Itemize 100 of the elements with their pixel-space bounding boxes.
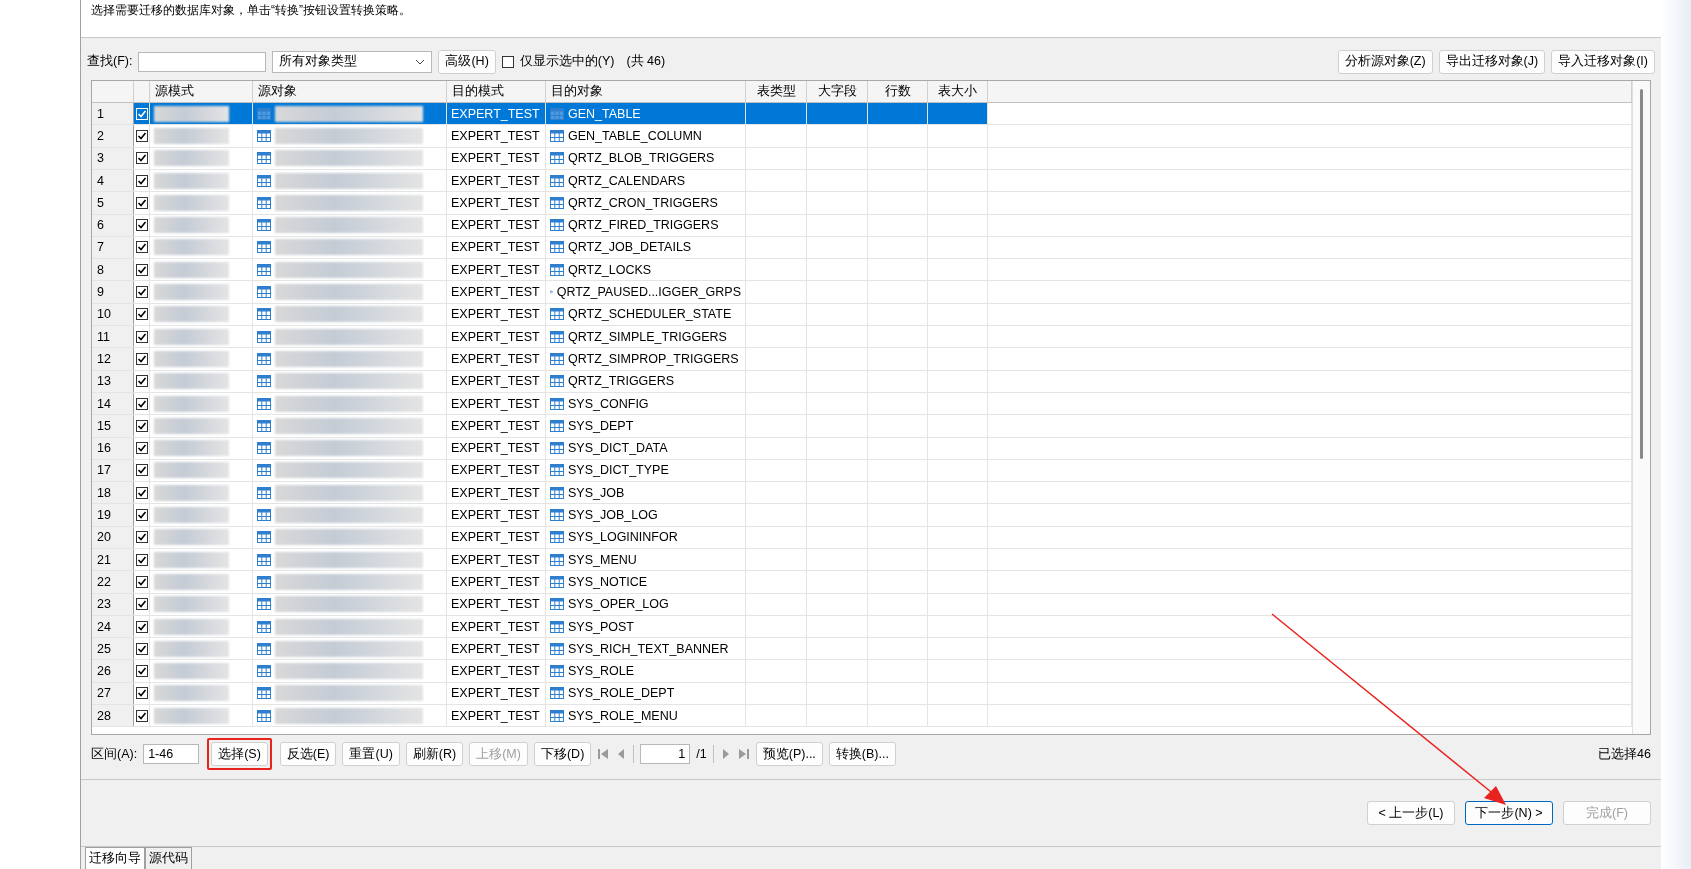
table-row[interactable]: 11 EXPERT_TEST QRTZ_SIMPLE_TRIGGERS [92,326,1632,349]
column-header[interactable]: 表类型 [746,80,807,103]
table-row[interactable]: 24 EXPERT_TEST SYS_POST [92,615,1632,639]
table-row[interactable]: 18 EXPERT_TEST SYS_JOB [92,482,1632,505]
action-button[interactable]: 下移(D) [533,742,592,767]
table-row[interactable]: 28 EXPERT_TEST SYS_ROLE_MENU [92,705,1632,728]
row-checkbox[interactable] [135,375,148,388]
table-row[interactable]: 25 EXPERT_TEST SYS_RICH_TEXT_BANNER [92,638,1632,661]
table-row[interactable]: 23 EXPERT_TEST SYS_OPER_LOG [92,593,1632,616]
table-row[interactable]: 6 EXPERT_TEST QRTZ_FIRED_TRIGGERS [92,214,1632,237]
column-header[interactable]: 行数 [868,80,928,103]
toolbar-button[interactable]: 导入迁移对象(I) [1551,49,1655,74]
row-checkbox[interactable] [135,419,148,432]
row-checkbox[interactable] [135,219,148,232]
row-number: 7 [92,236,134,259]
table-row[interactable]: 13 EXPERT_TEST QRTZ_TRIGGERS [92,370,1632,393]
column-header[interactable]: 目的模式 [447,80,546,103]
table-row[interactable]: 3 EXPERT_TEST QRTZ_BLOB_TRIGGERS [92,147,1632,170]
row-checkbox[interactable] [135,486,148,499]
tab[interactable]: 源代码 [145,847,192,869]
find-field[interactable] [138,51,267,72]
table-row[interactable]: 7 EXPERT_TEST QRTZ_JOB_DETAILS [92,236,1632,260]
table-cell: SYS_ROLE_DEPT [568,686,675,701]
table-row[interactable]: 17 EXPERT_TEST SYS_DICT_TYPE [92,459,1632,483]
table-cell: EXPERT_TEST [447,615,546,638]
row-checkbox[interactable] [135,575,148,588]
action-button[interactable]: 反选(E) [279,742,337,767]
table-cell: QRTZ_SIMPROP_TRIGGERS [568,351,739,366]
column-header[interactable]: 大字段 [807,80,868,103]
row-checkbox[interactable] [135,687,148,700]
table-row[interactable]: 4 EXPERT_TEST QRTZ_CALENDARS [92,169,1632,193]
wizard-button[interactable]: 下一步(N) > [1465,801,1553,826]
table-row[interactable]: 20 EXPERT_TEST SYS_LOGININFOR [92,526,1632,549]
table-row[interactable]: 10 EXPERT_TEST QRTZ_SCHEDULER_STATE [92,303,1632,327]
table-row[interactable]: 15 EXPERT_TEST SYS_DEPT [92,415,1632,438]
chevron-down-icon [415,58,426,65]
row-checkbox[interactable] [135,174,148,187]
table-cell: QRTZ_TRIGGERS [568,374,675,389]
row-checkbox[interactable] [135,665,148,678]
only-selected-checkbox[interactable] [501,55,514,68]
row-number: 23 [92,593,134,615]
table-cell: EXPERT_TEST [447,370,546,392]
table-row[interactable]: 21 EXPERT_TEST SYS_MENU [92,549,1632,572]
row-checkbox[interactable] [135,531,148,544]
table-row[interactable]: 22 EXPERT_TEST SYS_NOTICE [92,571,1632,594]
column-header[interactable]: 源模式 [150,80,253,103]
row-checkbox[interactable] [135,642,148,655]
table-row[interactable]: 2 EXPERT_TEST GEN_TABLE_COLUMN [92,125,1632,148]
row-checkbox[interactable] [135,397,148,410]
column-header[interactable]: 表大小 [928,80,988,103]
tab[interactable]: 迁移向导 [85,847,145,869]
row-checkbox[interactable] [135,442,148,455]
row-checkbox[interactable] [135,509,148,522]
toolbar-button[interactable]: 导出迁移对象(J) [1438,49,1546,74]
table-cell: SYS_JOB [568,485,625,500]
table-row[interactable]: 26 EXPERT_TEST SYS_ROLE [92,660,1632,683]
action-button[interactable]: 转换(B)... [828,742,896,767]
row-checkbox[interactable] [135,196,148,209]
row-number: 2 [92,125,134,147]
row-checkbox[interactable] [135,598,148,611]
table-row[interactable]: 27 EXPERT_TEST SYS_ROLE_DEPT [92,682,1632,706]
table-row[interactable]: 19 EXPERT_TEST SYS_JOB_LOG [92,504,1632,527]
advanced-button[interactable]: 高级(H) [438,49,496,74]
table-cell: QRTZ_LOCKS [568,262,652,277]
row-checkbox[interactable] [135,152,148,165]
action-button[interactable]: 重置(U) [342,742,400,767]
table-cell: SYS_DICT_TYPE [568,463,669,478]
table-cell: EXPERT_TEST [447,482,546,504]
row-checkbox[interactable] [135,352,148,365]
toolbar-button[interactable]: 分析源对象(Z) [1337,49,1433,74]
vertical-scrollbar[interactable] [1632,80,1650,735]
column-header[interactable]: 目的对象 [546,80,746,103]
row-number: 18 [92,482,134,504]
row-checkbox[interactable] [135,553,148,566]
row-checkbox[interactable] [135,130,148,142]
column-header[interactable]: 源对象 [253,80,447,103]
row-checkbox[interactable] [135,263,148,276]
action-button[interactable]: 预览(P)... [755,742,823,767]
row-checkbox[interactable] [135,241,148,254]
wizard-button[interactable]: < 上一步(L) [1367,801,1455,826]
row-checkbox[interactable] [135,330,148,343]
table-row[interactable]: 8 EXPERT_TEST QRTZ_LOCKS [92,259,1632,282]
object-type-select[interactable]: 所有对象类型 [272,50,433,73]
row-checkbox[interactable] [135,464,148,477]
table-row[interactable]: 16 EXPERT_TEST SYS_DICT_DATA [92,437,1632,460]
table-row[interactable]: 12 EXPERT_TEST QRTZ_SIMPROP_TRIGGERS [92,348,1632,371]
page-field[interactable]: 1 [640,744,691,765]
table-row[interactable]: 1 EXPERT_TEST GEN_TABLE [92,103,1632,126]
row-checkbox[interactable] [135,308,148,321]
table-row[interactable]: 5 EXPERT_TEST QRTZ_CRON_TRIGGERS [92,192,1632,215]
row-checkbox[interactable] [135,286,148,299]
row-checkbox[interactable] [135,709,148,722]
table-row[interactable]: 14 EXPERT_TEST SYS_CONFIG [92,392,1632,416]
table-row[interactable]: 9 EXPERT_TEST QRTZ_PAUSED...IGGER_GRPS [92,281,1632,304]
table-cell: EXPERT_TEST [447,326,546,348]
action-button[interactable]: 选择(S) [211,742,268,767]
table-cell: QRTZ_FIRED_TRIGGERS [568,218,719,233]
action-button[interactable]: 刷新(R) [405,742,464,767]
row-checkbox[interactable] [135,620,148,633]
range-field[interactable]: 1-46 [143,744,200,765]
